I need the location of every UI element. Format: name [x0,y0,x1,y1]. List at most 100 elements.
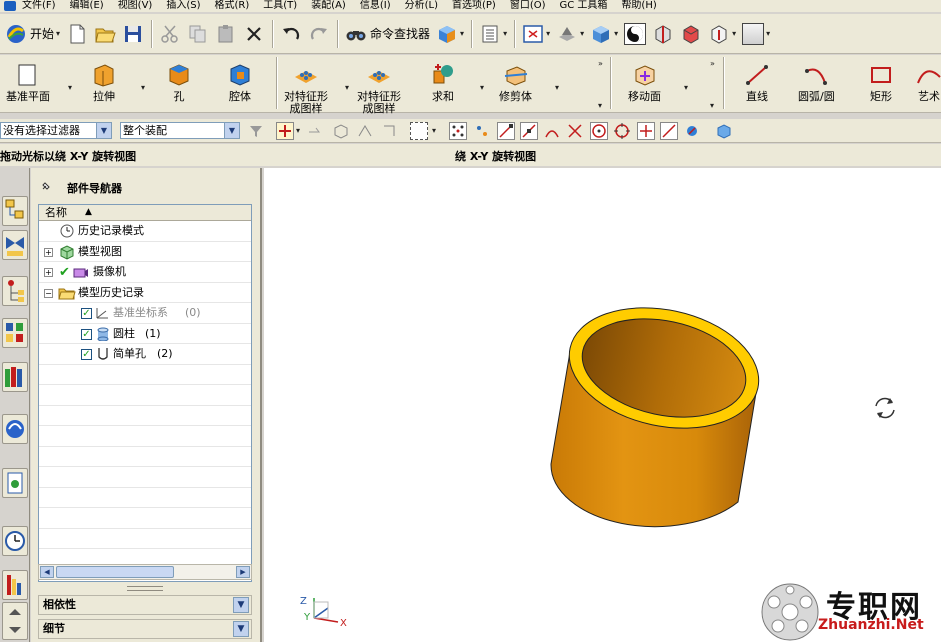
layer-settings-button[interactable]: ▾ [476,19,510,49]
chevron-down-icon[interactable]: ▾ [480,83,484,92]
collapse-icon[interactable]: − [44,288,53,298]
pattern-feature-button-2[interactable]: 对特征形 成图样 [357,59,401,115]
orient-view-button[interactable]: ▾ [553,19,587,49]
history-clock-tab[interactable] [2,526,28,556]
toolbar-overflow-icon[interactable]: » [598,59,603,68]
tree-row-datum-csys[interactable]: ✓ 基准坐标系 (0) [39,303,251,324]
menu-analysis[interactable]: 分析(L) [405,0,438,12]
snap-mid-point-icon[interactable] [520,122,538,140]
menu-file[interactable]: 文件(F) [22,0,56,12]
snap-end-point-icon[interactable] [497,122,515,140]
command-finder-button[interactable]: 命令查找器 [342,19,433,49]
copy-button[interactable] [184,19,212,49]
line-button[interactable]: 直线 [744,59,770,103]
datum-plane-button[interactable]: 基准平面 [6,59,50,103]
chevron-down-icon[interactable]: ▾ [141,83,145,92]
select-face-icon[interactable] [380,122,398,140]
extrude-button[interactable]: 拉伸 [91,59,117,103]
library-books-tab[interactable] [2,362,28,392]
menu-gc-toolbox[interactable]: GC 工具箱 [560,0,608,12]
tree-row-model-views[interactable]: + 模型视图 [39,242,251,262]
menu-format[interactable]: 格式(R) [215,0,250,12]
filter-settings-icon[interactable] [247,122,265,140]
internet-explorer-tab[interactable] [2,414,28,444]
arc-circle-button[interactable]: 圆弧/圆 [798,59,835,103]
select-arrow-icon[interactable] [306,122,324,140]
art-spline-button[interactable]: 艺术 [916,59,941,103]
tree-row-simple-hole[interactable]: ✓ 简单孔 (2) [39,344,251,365]
shaded-with-edges-button[interactable] [621,19,649,49]
visibility-checkbox[interactable]: ✓ [81,308,92,319]
fit-view-button[interactable]: ▾ [519,19,553,49]
snap-intersection-icon[interactable] [566,122,584,140]
part-navigator-tab[interactable] [2,276,28,306]
chevron-down-icon[interactable]: ▾ [598,101,602,110]
start-button[interactable]: 开始 ▾ [2,19,63,49]
menu-information[interactable]: 信息(I) [360,0,391,12]
snap-point-icon[interactable] [276,122,294,140]
details-panel-header[interactable]: 细节 ▼ [38,619,252,639]
chevron-down-icon[interactable]: ▾ [710,101,714,110]
select-feature-icon[interactable] [356,122,374,140]
menu-tools[interactable]: 工具(T) [263,0,297,12]
clip-section-button[interactable] [677,19,705,49]
hole-button[interactable]: 孔 [166,59,192,103]
chevron-down-icon[interactable]: ▾ [296,126,300,135]
chevron-down-icon[interactable]: ▾ [432,126,436,135]
view-cube-button[interactable]: ▾ [587,19,621,49]
tree-row-model-history[interactable]: − 模型历史记录 [39,283,251,303]
cylinder-tube[interactable] [550,291,770,528]
graphics-window[interactable]: Z Y X [264,168,941,642]
cut-button[interactable] [156,19,184,49]
snap-multi-icon[interactable] [473,122,491,140]
history-tab[interactable] [2,468,28,498]
horizontal-scrollbar[interactable]: ◀ ▶ [38,564,252,580]
chevron-down-icon[interactable]: ▾ [684,83,688,92]
chevron-down-icon[interactable]: ▾ [68,83,72,92]
splitter-handle[interactable] [127,586,163,591]
background-button[interactable]: ▾ [739,19,773,49]
redo-button[interactable] [305,19,333,49]
tree-row-cylinder[interactable]: ✓ 圆柱 (1) [39,324,251,344]
cube-icon[interactable] [715,122,733,140]
new-section-button[interactable]: ▾ [705,19,739,49]
menu-view[interactable]: 视图(V) [118,0,153,12]
move-face-button[interactable]: 移动面 [628,59,661,103]
open-button[interactable] [91,19,119,49]
visibility-checkbox[interactable]: ✓ [81,328,92,340]
render-style-button[interactable]: ▾ [433,19,467,49]
tree-row-history-mode[interactable]: 历史记录模式 [39,221,251,242]
menu-preferences[interactable]: 首选项(P) [452,0,496,12]
reuse-library-tab[interactable] [2,318,28,348]
save-button[interactable] [119,19,147,49]
column-header-name[interactable]: 名称 ▲ [39,205,251,221]
menu-help[interactable]: 帮助(H) [621,0,656,12]
snap-point-on-face-icon[interactable] [683,122,701,140]
snap-control-point-icon[interactable] [543,122,561,140]
snap-grid-icon[interactable] [449,122,467,140]
snap-quadrant-icon[interactable] [613,122,631,140]
type-filter-select[interactable]: 没有选择过滤器 ▼ [0,122,112,139]
chevron-down-icon[interactable]: ▾ [345,83,349,92]
chevron-down-icon[interactable]: ▾ [555,83,559,92]
rectangle-button[interactable]: 矩形 [868,59,894,103]
menu-edit[interactable]: 编辑(E) [70,0,104,12]
new-button[interactable] [63,19,91,49]
dependencies-panel-header[interactable]: 相依性 ▼ [38,595,252,615]
unite-button[interactable]: 求和 [430,59,456,103]
select-body-icon[interactable] [332,122,350,140]
pin-icon[interactable] [40,180,52,195]
delete-button[interactable] [240,19,268,49]
pattern-feature-button-1[interactable]: 对特征形 成图样 [284,59,328,115]
selection-scope-select[interactable]: 整个装配 ▼ [120,122,240,139]
roles-tab[interactable] [2,602,28,640]
section-view-button[interactable] [649,19,677,49]
scroll-thumb[interactable] [56,566,174,578]
cavity-button[interactable]: 腔体 [227,59,253,103]
menu-insert[interactable]: 插入(S) [166,0,200,12]
snap-existing-point-icon[interactable] [637,122,655,140]
menu-window[interactable]: 窗口(O) [510,0,546,12]
toolbar-overflow-icon[interactable]: » [710,59,715,68]
snap-arc-center-icon[interactable] [590,122,608,140]
snap-point-on-curve-icon[interactable] [660,122,678,140]
